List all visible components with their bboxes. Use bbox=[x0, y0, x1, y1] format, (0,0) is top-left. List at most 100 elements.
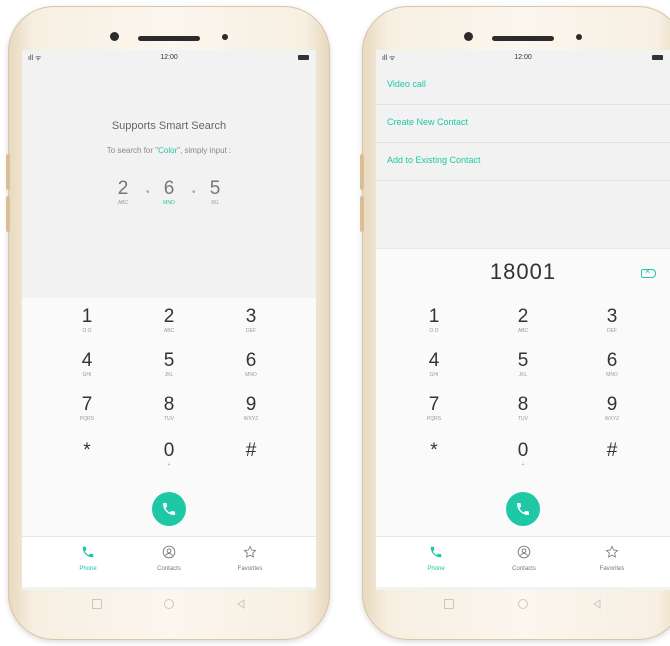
key-7[interactable]: 7 PQRS bbox=[47, 394, 127, 434]
key-star[interactable]: * bbox=[394, 440, 474, 480]
key-3[interactable]: 3 DEF bbox=[572, 306, 652, 346]
sensor-icon bbox=[222, 34, 228, 40]
menu-label: Add to Existing Contact bbox=[387, 155, 481, 165]
key-8[interactable]: 8 TUV bbox=[483, 394, 563, 434]
phone-icon bbox=[82, 546, 94, 558]
volume-button bbox=[360, 154, 364, 190]
separator-dot: • bbox=[146, 187, 150, 198]
contacts-icon bbox=[517, 545, 531, 559]
key-number: 2 bbox=[163, 306, 175, 327]
key-1[interactable]: 1 O.O bbox=[394, 306, 474, 346]
key-number: 0 bbox=[163, 440, 175, 461]
key-number: 3 bbox=[245, 306, 257, 327]
status-time: 12:00 bbox=[160, 54, 178, 61]
home-key-icon[interactable] bbox=[164, 599, 174, 609]
key-hash[interactable]: # bbox=[572, 440, 652, 480]
menu-video-call[interactable]: Video call bbox=[376, 66, 670, 105]
key-5[interactable]: 5 JKL bbox=[129, 350, 209, 390]
key-letters: DEF bbox=[607, 328, 617, 334]
backspace-icon[interactable] bbox=[641, 266, 656, 278]
recents-key-icon[interactable] bbox=[92, 599, 102, 609]
call-button[interactable] bbox=[152, 492, 186, 526]
key-7[interactable]: 7 PQRS bbox=[394, 394, 474, 434]
key-number: 6 bbox=[245, 350, 257, 371]
recents-key-icon[interactable] bbox=[444, 599, 454, 609]
tab-phone[interactable]: Phone bbox=[396, 545, 476, 572]
battery-icon bbox=[298, 55, 309, 60]
tab-contacts[interactable]: Contacts bbox=[484, 545, 564, 572]
key-letters: DEF bbox=[246, 328, 256, 334]
key-8[interactable]: 8 TUV bbox=[129, 394, 209, 434]
menu-label: Video call bbox=[387, 79, 426, 89]
key-number: # bbox=[606, 440, 618, 461]
tab-favorites[interactable]: Favorites bbox=[572, 545, 652, 572]
back-key-icon[interactable] bbox=[592, 599, 602, 609]
call-button[interactable] bbox=[506, 492, 540, 526]
key-6[interactable]: 6 MNO bbox=[572, 350, 652, 390]
key-number: 3 bbox=[606, 306, 618, 327]
key-number: 4 bbox=[428, 350, 440, 371]
key-letters: JKL bbox=[518, 372, 528, 378]
volume-button bbox=[6, 196, 10, 232]
home-key-icon[interactable] bbox=[518, 599, 528, 609]
key-5[interactable]: 5 JKL bbox=[483, 350, 563, 390]
back-key-icon[interactable] bbox=[236, 599, 246, 609]
key-3[interactable]: 3 DEF bbox=[211, 306, 291, 346]
key-number: 6 bbox=[606, 350, 618, 371]
key-letters: TUV bbox=[518, 416, 528, 422]
key-number: 9 bbox=[606, 394, 618, 415]
key-letters: O.O bbox=[82, 328, 92, 334]
phone-icon bbox=[163, 503, 175, 515]
key-number: 2 bbox=[517, 306, 529, 327]
menu-create-new-contact[interactable]: Create New Contact bbox=[376, 104, 670, 143]
status-bar: ıll ᯤ 12:00 bbox=[22, 50, 316, 66]
key-letters: + bbox=[167, 462, 171, 468]
tab-contacts[interactable]: Contacts bbox=[129, 545, 209, 572]
key-letters: PQRS bbox=[79, 416, 95, 422]
key-number: 7 bbox=[81, 394, 93, 415]
example-digit-number: 6 bbox=[163, 178, 175, 199]
key-letters: JKL bbox=[164, 372, 174, 378]
key-letters: + bbox=[521, 462, 525, 468]
screen-smart-search: ıll ᯤ 12:00 Supports Smart Search To sea… bbox=[22, 50, 316, 590]
example-digit: 5 JKL bbox=[200, 178, 230, 206]
tab-phone[interactable]: Phone bbox=[48, 545, 128, 572]
key-1[interactable]: 1 O.O bbox=[47, 306, 127, 346]
key-letters: MNO bbox=[606, 372, 618, 378]
hint-highlight: Color bbox=[158, 146, 178, 155]
key-number: 5 bbox=[163, 350, 175, 371]
key-9[interactable]: 9 WXYZ bbox=[211, 394, 291, 434]
key-2[interactable]: 2 ABC bbox=[483, 306, 563, 346]
key-number: 7 bbox=[428, 394, 440, 415]
tab-favorites[interactable]: Favorites bbox=[210, 545, 290, 572]
key-4[interactable]: 4 GHI bbox=[394, 350, 474, 390]
tab-label: Phone bbox=[79, 566, 97, 572]
earpiece bbox=[138, 36, 200, 41]
key-number: 9 bbox=[245, 394, 257, 415]
key-2[interactable]: 2 ABC bbox=[129, 306, 209, 346]
phone-right: ıll ᯤ 12:00 Video call Create New Contac… bbox=[360, 6, 670, 640]
front-camera-icon bbox=[110, 32, 119, 41]
key-letters: GHI bbox=[82, 372, 92, 378]
key-0[interactable]: 0 + bbox=[483, 440, 563, 480]
separator-dot: • bbox=[192, 187, 196, 198]
menu-add-to-existing-contact[interactable]: Add to Existing Contact bbox=[376, 142, 670, 181]
system-nav-keys bbox=[376, 590, 670, 620]
key-number: 1 bbox=[428, 306, 440, 327]
key-star[interactable]: * bbox=[47, 440, 127, 480]
key-4[interactable]: 4 GHI bbox=[47, 350, 127, 390]
key-9[interactable]: 9 WXYZ bbox=[572, 394, 652, 434]
key-6[interactable]: 6 MNO bbox=[211, 350, 291, 390]
example-digit: 6 MNO bbox=[154, 178, 184, 206]
key-number: # bbox=[245, 440, 257, 461]
example-digit-letters: JKL bbox=[210, 200, 220, 206]
key-0[interactable]: 0 + bbox=[129, 440, 209, 480]
phone-left: ıll ᯤ 12:00 Supports Smart Search To sea… bbox=[6, 6, 330, 640]
contacts-icon bbox=[162, 545, 176, 559]
tab-label: Favorites bbox=[599, 566, 625, 572]
example-digit-number: 2 bbox=[117, 178, 129, 199]
key-hash[interactable]: # bbox=[211, 440, 291, 480]
example-digit-letters: ABC bbox=[117, 200, 129, 206]
smart-search-hint: To search for "Color", simply input : bbox=[22, 146, 316, 155]
key-letters: ABC bbox=[517, 328, 529, 334]
